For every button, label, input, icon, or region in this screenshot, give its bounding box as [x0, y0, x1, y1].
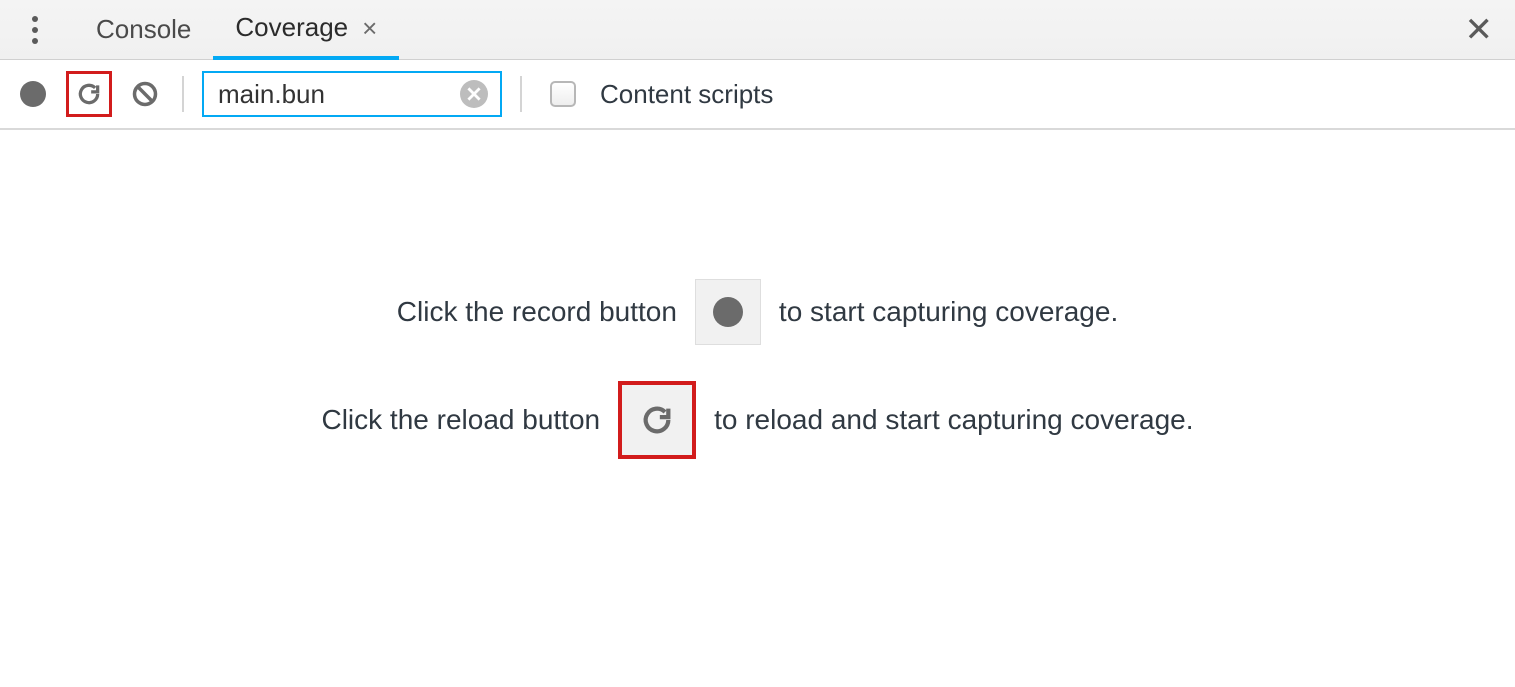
coverage-toolbar: Content scripts	[0, 60, 1515, 130]
toolbar-divider	[182, 76, 184, 112]
tab-label: Console	[96, 14, 191, 45]
reload-button[interactable]	[66, 71, 112, 117]
hint-text: Click the record button	[397, 296, 677, 328]
drawer-tabbar: Console Coverage × ✕	[0, 0, 1515, 60]
reload-icon	[640, 403, 674, 437]
tab-label: Coverage	[235, 12, 348, 43]
reload-icon	[76, 81, 102, 107]
record-icon	[20, 81, 46, 107]
tab-coverage[interactable]: Coverage ×	[213, 0, 399, 60]
reload-hint: Click the reload button to reload and st…	[321, 381, 1193, 459]
coverage-empty-state: Click the record button to start capturi…	[0, 130, 1515, 687]
ban-icon	[131, 80, 159, 108]
url-filter-input[interactable]	[216, 78, 460, 111]
hint-text: Click the reload button	[321, 404, 600, 436]
clear-filter-icon[interactable]	[460, 80, 488, 108]
hint-text: to reload and start capturing coverage.	[714, 404, 1193, 436]
tab-console[interactable]: Console	[74, 0, 213, 60]
close-tab-icon[interactable]: ×	[362, 15, 377, 41]
clear-button[interactable]	[126, 75, 164, 113]
hint-text: to start capturing coverage.	[779, 296, 1118, 328]
record-hint-button[interactable]	[695, 279, 761, 345]
toolbar-divider	[520, 76, 522, 112]
record-hint: Click the record button to start capturi…	[397, 279, 1118, 345]
more-tabs-button[interactable]	[18, 0, 52, 60]
content-scripts-label: Content scripts	[600, 79, 773, 110]
record-icon	[713, 297, 743, 327]
content-scripts-checkbox[interactable]	[550, 81, 576, 107]
reload-hint-button[interactable]	[618, 381, 696, 459]
url-filter[interactable]	[202, 71, 502, 117]
close-drawer-icon[interactable]: ✕	[1465, 10, 1494, 50]
record-button[interactable]	[14, 75, 52, 113]
